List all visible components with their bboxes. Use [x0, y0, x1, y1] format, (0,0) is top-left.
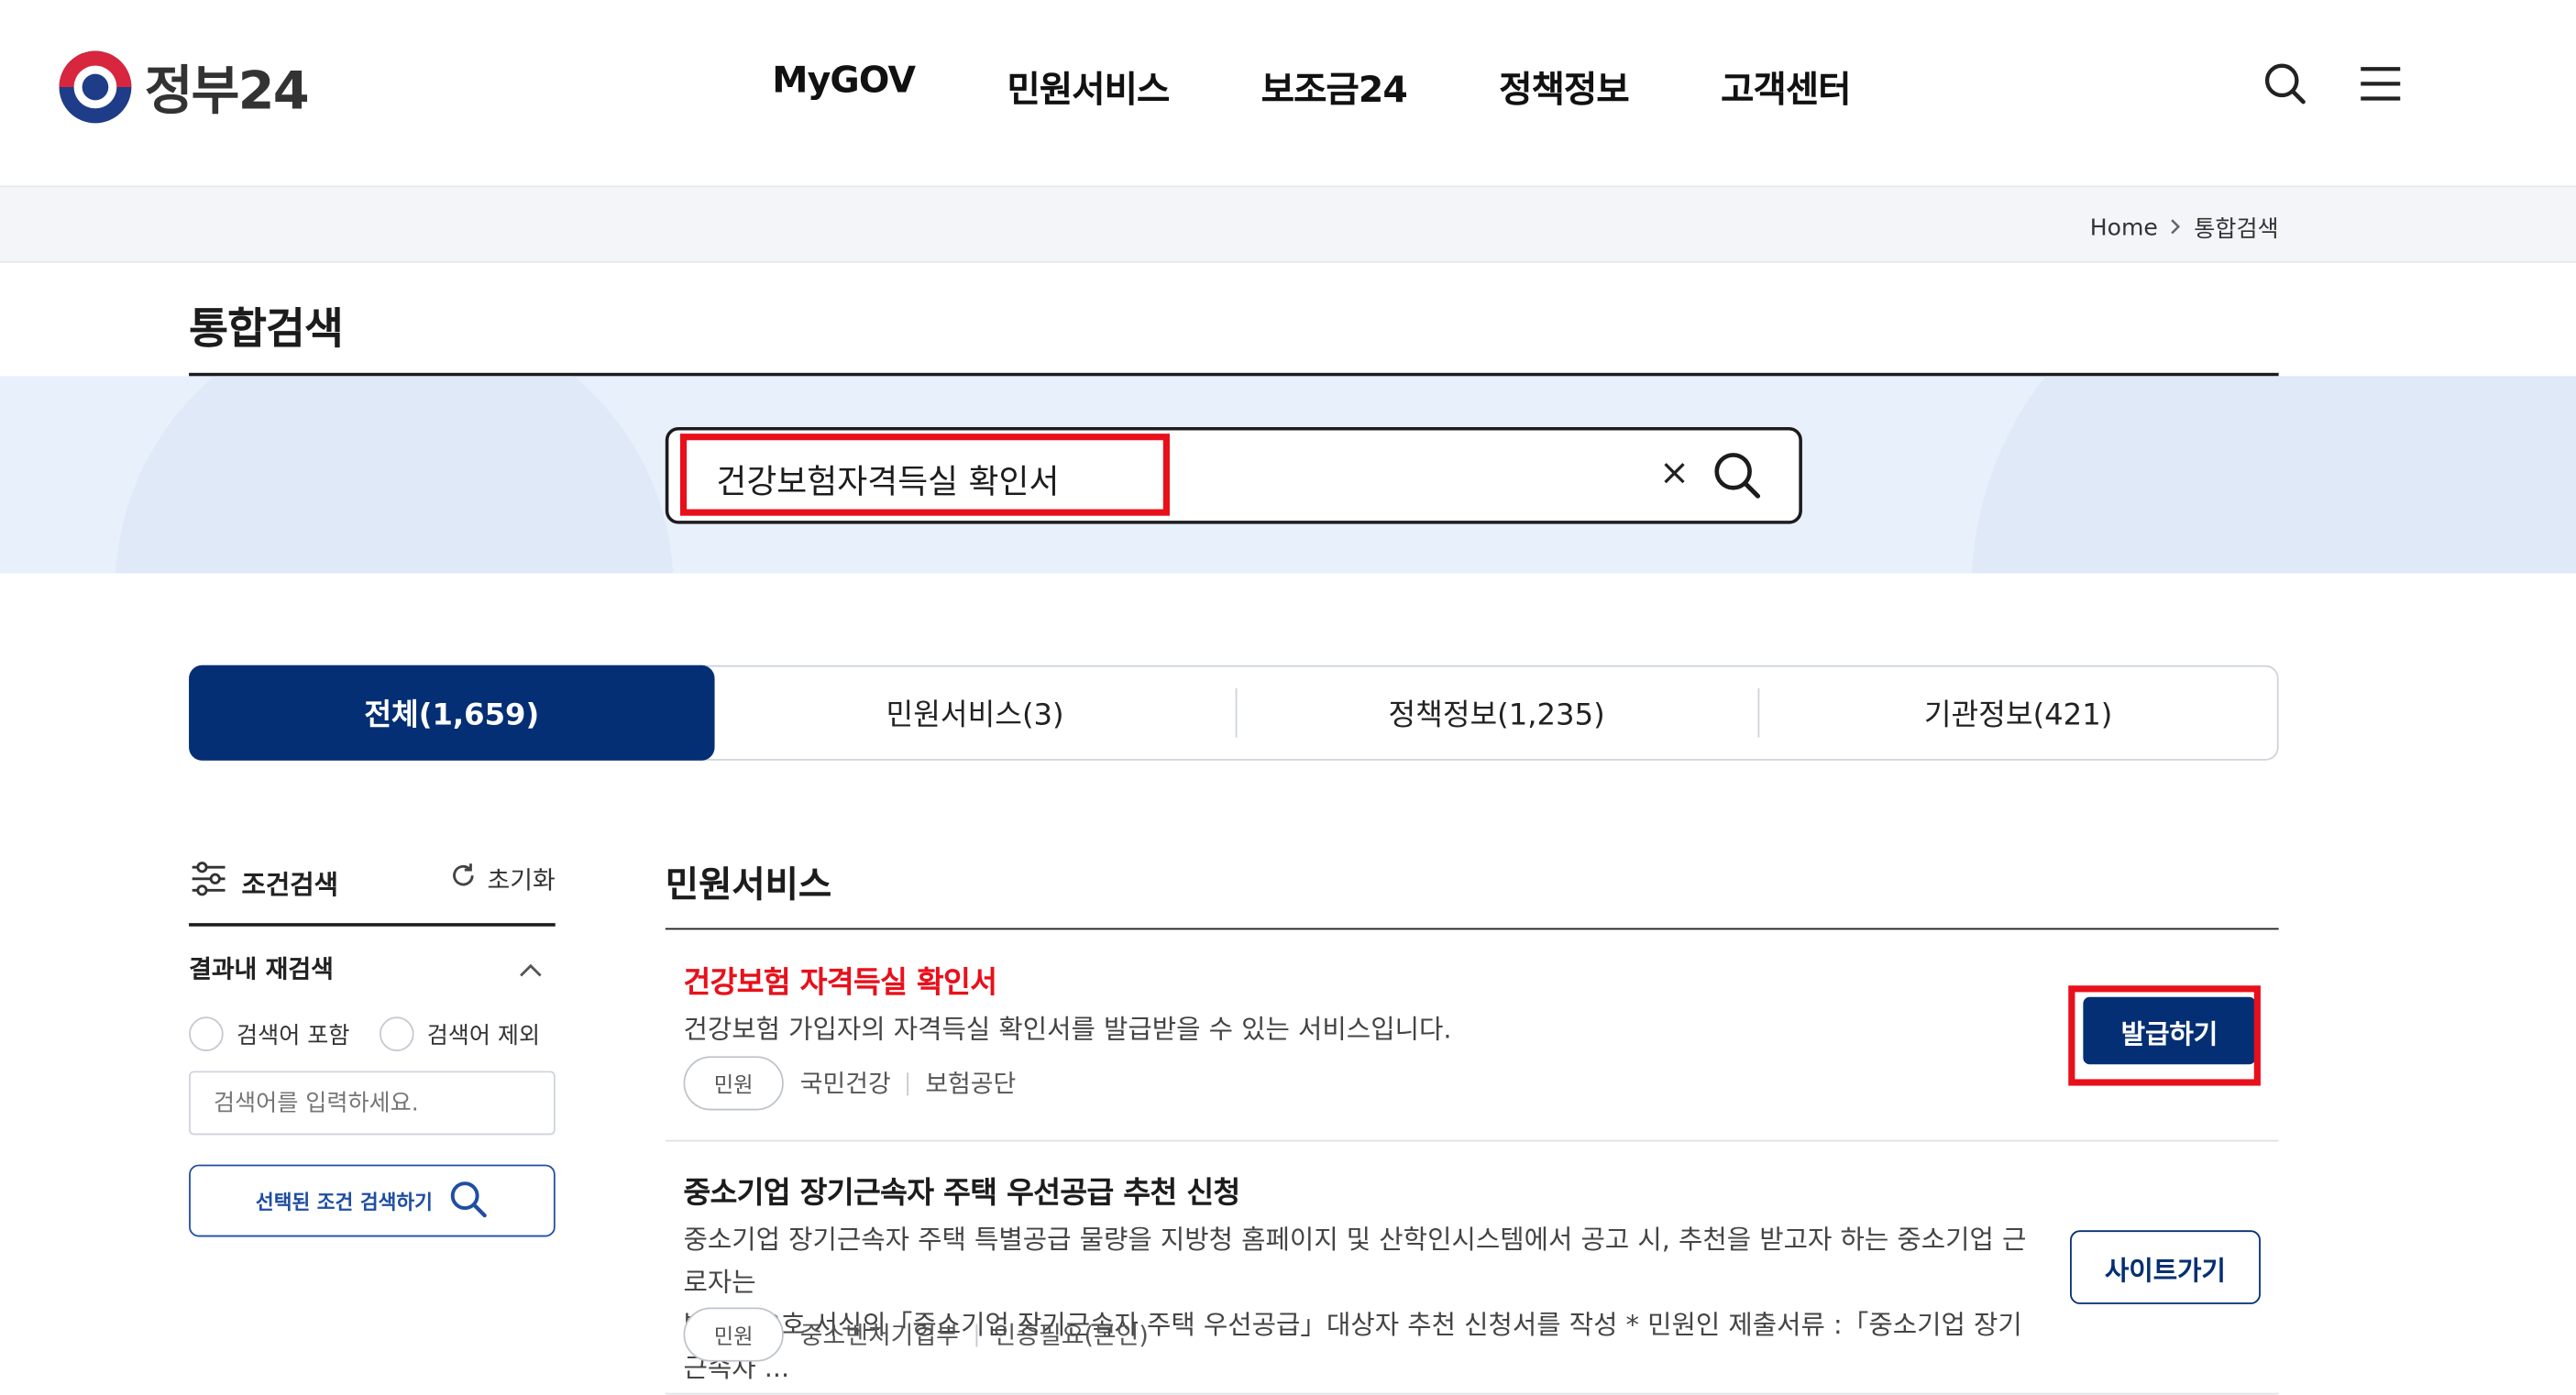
- issue-button-highlight: [2068, 985, 2261, 1086]
- logo-text: 정부24: [144, 59, 310, 122]
- refine-search-header[interactable]: 결과내 재검색: [189, 951, 556, 986]
- tab-agency-info[interactable]: 기관정보(421): [1757, 667, 2279, 759]
- result-item: 중소기업 장기근속자 주택 우선공급 추천 신청 중소기업 장기근속자 주택 특…: [665, 1142, 2279, 1395]
- condition-search-button[interactable]: 선택된 조건 검색하기: [189, 1164, 556, 1237]
- result-tabs: 전체(1,659) 민원서비스(3) 정책정보(1,235) 기관정보(421): [189, 665, 2279, 761]
- search-icon[interactable]: [2261, 60, 2310, 109]
- menu-icon[interactable]: [2356, 60, 2405, 109]
- chevron-right-icon: [2168, 215, 2185, 242]
- page-title: 통합검색: [189, 305, 344, 356]
- section-title: 민원서비스: [665, 865, 832, 907]
- clear-icon[interactable]: ×: [1659, 456, 1690, 491]
- nav-item-customer-center[interactable]: 고객센터: [1721, 60, 1851, 113]
- reset-button[interactable]: 초기화: [448, 861, 556, 896]
- reset-label: 초기화: [487, 864, 556, 895]
- refine-keyword-input[interactable]: [189, 1071, 556, 1136]
- radio-include[interactable]: 검색어 포함: [189, 1016, 349, 1051]
- result-description: 건강보험 가입자의 자격득실 확인서를 발급받을 수 있는 서비스입니다.: [683, 1013, 1452, 1045]
- keyword-mode-radios: 검색어 포함 검색어 제외: [189, 1016, 540, 1051]
- breadcrumb: Home 통합검색: [2090, 212, 2279, 245]
- category-chip: 민원: [683, 1056, 784, 1111]
- page: 정부24 MyGOV 민원서비스 보조금24 정책정보 고객센터 Home 통합…: [0, 0, 2576, 1395]
- agency-name: 국민건강: [799, 1069, 891, 1099]
- refresh-icon: [448, 861, 478, 896]
- nav-item-subsidy24[interactable]: 보조금24: [1261, 60, 1408, 113]
- agency-name-2: 보험공단: [925, 1069, 1017, 1099]
- logo[interactable]: 정부24: [59, 49, 310, 125]
- tab-all[interactable]: 전체(1,659): [189, 665, 715, 761]
- filter-header: 조건검색 초기화: [189, 861, 556, 927]
- breadcrumb-home[interactable]: Home: [2090, 215, 2158, 242]
- main-nav: MyGOV 민원서비스 보조금24 정책정보 고객센터: [772, 60, 1851, 113]
- tab-policy-info[interactable]: 정책정보(1,235): [1235, 667, 1758, 759]
- taegeuk-logo-icon: [59, 50, 132, 124]
- go-to-site-button[interactable]: 사이트가기: [2070, 1230, 2261, 1304]
- search-icon: [449, 1179, 489, 1223]
- nav-item-mygov[interactable]: MyGOV: [772, 60, 916, 113]
- tab-civil-service[interactable]: 민원서비스(3): [715, 667, 1236, 759]
- radio-exclude[interactable]: 검색어 제외: [379, 1016, 540, 1051]
- nav-item-policy-info[interactable]: 정책정보: [1499, 60, 1629, 113]
- category-chip: 민원: [683, 1307, 784, 1362]
- search-submit-icon[interactable]: [1712, 450, 1761, 500]
- auth-required: 인증필요(본인): [993, 1320, 1149, 1351]
- result-description: 중소기업 장기근속자 주택 특별공급 물량을 지방청 홈페이지 및 산학인시스템…: [683, 1224, 2027, 1383]
- nav-item-civil-service[interactable]: 민원서비스: [1007, 60, 1170, 113]
- result-title[interactable]: 중소기업 장기근속자 주택 우선공급 추천 신청: [684, 1170, 1241, 1213]
- breadcrumb-bar: Home 통합검색: [0, 187, 2576, 263]
- agency-name: 중소벤처기업부: [799, 1320, 959, 1351]
- search-query-highlight: [679, 434, 1170, 516]
- site-header: 정부24 MyGOV 민원서비스 보조금24 정책정보 고객센터: [0, 0, 2576, 188]
- result-title[interactable]: 건강보험 자격득실 확인서: [684, 960, 997, 1003]
- filter-title: 조건검색: [241, 869, 338, 901]
- sliders-icon: [189, 861, 228, 904]
- result-item: 건강보험 자격득실 확인서 건강보험 가입자의 자격득실 확인서를 발급받을 수…: [665, 929, 2279, 1142]
- chevron-up-icon[interactable]: [519, 956, 542, 985]
- breadcrumb-current: 통합검색: [2194, 216, 2279, 244]
